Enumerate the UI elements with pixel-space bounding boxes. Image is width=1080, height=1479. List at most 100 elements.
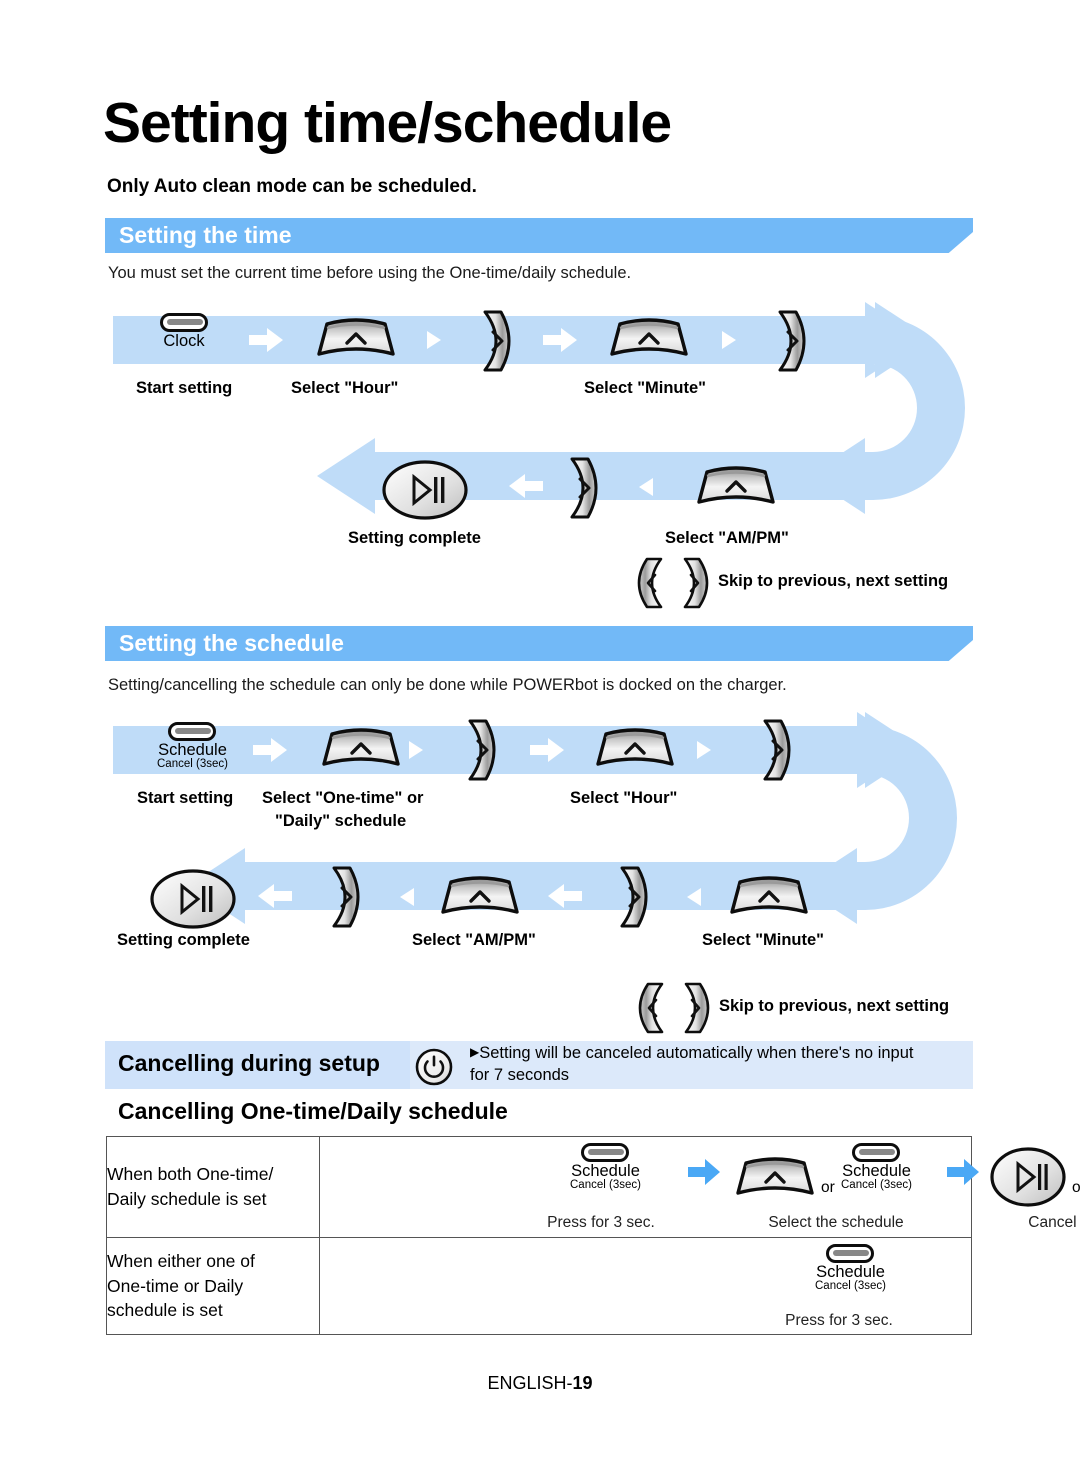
row2-label-line1: When either one of xyxy=(107,1250,255,1271)
clock-button-icon-group[interactable]: Clock xyxy=(160,313,208,350)
cancelling-note-line1: Setting will be canceled automatically w… xyxy=(479,1044,914,1062)
table-row-label: When both One-time/ Daily schedule is se… xyxy=(106,1136,320,1238)
flow-triangle-left-icon xyxy=(400,888,414,906)
schedule-button-label: Schedule xyxy=(816,1263,885,1281)
step-arrow-right-icon xyxy=(947,1159,979,1185)
schedule-button-icon[interactable] xyxy=(581,1143,630,1162)
row1-label-line1: When both One-time/ xyxy=(107,1164,274,1185)
next-crescent-icon[interactable] xyxy=(753,719,799,781)
next-crescent-icon[interactable] xyxy=(473,310,519,372)
footer-page-indicator: ENGLISH-19 xyxy=(0,1373,1080,1394)
step-caption: Cancel complete xyxy=(1028,1214,1080,1231)
row2-label-line3: schedule is set xyxy=(107,1300,223,1321)
table-row-label: When either one of One-time or Daily sch… xyxy=(106,1237,320,1335)
up-key-icon[interactable] xyxy=(313,316,399,363)
schedule-button-icon-group[interactable]: Schedule Cancel (3sec) xyxy=(815,1244,886,1292)
flow-label-select-minute: Select "Minute" xyxy=(702,931,825,949)
clock-button-icon[interactable] xyxy=(160,313,208,332)
footer-language: ENGLISH- xyxy=(487,1373,573,1393)
schedule-button-label: Schedule xyxy=(571,1162,640,1180)
flow-label-daily-schedule: "Daily" schedule xyxy=(275,812,407,830)
schedule-button-label: Schedule xyxy=(158,741,227,759)
table-row: When either one of One-time or Daily sch… xyxy=(106,1237,972,1335)
flow-triangle-right-icon xyxy=(722,331,736,349)
flow-arrow-right-icon xyxy=(543,328,577,352)
up-key-icon[interactable] xyxy=(437,874,523,921)
table-row: When both One-time/ Daily schedule is se… xyxy=(106,1136,1080,1238)
schedule-button-sublabel: Cancel (3sec) xyxy=(841,1179,912,1192)
schedule-button-sublabel: Cancel (3sec) xyxy=(157,758,228,771)
skip-prev-next-icon xyxy=(638,982,710,1034)
up-key-icon[interactable] xyxy=(606,316,692,363)
section-header-setting-the-schedule: Setting the schedule xyxy=(105,626,973,661)
flow-triangle-right-icon xyxy=(409,741,423,759)
up-key-icon[interactable] xyxy=(732,1155,818,1202)
flow-arrow-left-icon xyxy=(548,884,582,908)
schedule-button-icon[interactable] xyxy=(852,1143,901,1162)
schedule-button-label: Schedule xyxy=(842,1162,911,1180)
step-caption: Select the schedule xyxy=(768,1214,904,1231)
table-row-steps: Schedule Cancel (3sec) Press for 3 sec. xyxy=(319,1237,972,1335)
section-header-setting-the-time: Setting the time xyxy=(105,218,973,253)
cancelling-during-setup-title: Cancelling during setup xyxy=(118,1050,380,1076)
up-key-icon[interactable] xyxy=(726,874,812,921)
flow-label-select-hour: Select "Hour" xyxy=(570,789,678,807)
bullet-triangle-icon: ▶ xyxy=(470,1045,480,1059)
page-subtitle: Only Auto clean mode can be scheduled. xyxy=(107,176,477,197)
skip-legend-text: Skip to previous, next setting xyxy=(719,997,950,1015)
flow-triangle-right-icon xyxy=(697,741,711,759)
manual-page: Setting time/schedule Only Auto clean mo… xyxy=(0,0,1080,1479)
next-crescent-icon[interactable] xyxy=(458,719,504,781)
row2-label-line2: One-time or Daily xyxy=(107,1275,244,1296)
up-key-icon[interactable] xyxy=(318,726,404,773)
flow-arrow-right-icon xyxy=(530,738,564,762)
skip-legend-text: Skip to previous, next setting xyxy=(718,572,949,590)
cancelling-during-setup-note: ▶Setting will be canceled automatically … xyxy=(470,1043,970,1087)
up-key-icon[interactable] xyxy=(693,464,779,511)
flow-arrow-left-icon xyxy=(509,474,543,498)
flow-label-setting-complete: Setting complete xyxy=(348,529,481,547)
section-header-label: Setting the time xyxy=(119,222,292,248)
step-arrow-right-icon xyxy=(688,1159,720,1185)
table-row-steps: Schedule Cancel (3sec) Press for 3 sec. … xyxy=(319,1136,1080,1238)
flow-arrow-left-icon xyxy=(258,884,292,908)
play-pause-button-icon[interactable] xyxy=(381,459,469,521)
flow-label-start-setting: Start setting xyxy=(136,379,233,397)
schedule-button-icon[interactable] xyxy=(826,1244,875,1263)
next-crescent-icon[interactable] xyxy=(322,866,368,928)
play-pause-button-icon[interactable] xyxy=(149,868,237,930)
schedule-button-icon-group[interactable]: Schedule Cancel (3sec) xyxy=(841,1143,912,1191)
power-button-icon[interactable] xyxy=(414,1047,454,1087)
next-crescent-icon[interactable] xyxy=(610,866,656,928)
up-key-icon[interactable] xyxy=(592,726,678,773)
flow-label-select-minute: Select "Minute" xyxy=(584,379,707,397)
flow-arrow-right-icon xyxy=(249,328,283,352)
step-caption: Press for 3 sec. xyxy=(785,1312,893,1329)
footer-page-number: 19 xyxy=(572,1373,593,1393)
flow-label-select-hour: Select "Hour" xyxy=(291,379,399,397)
schedule-button-sublabel: Cancel (3sec) xyxy=(570,1179,641,1192)
schedule-button-icon-group[interactable]: Schedule Cancel (3sec) xyxy=(157,722,228,770)
flow-triangle-right-icon xyxy=(427,331,441,349)
next-crescent-icon[interactable] xyxy=(560,457,606,519)
play-pause-button-icon[interactable] xyxy=(989,1146,1067,1208)
page-title: Setting time/schedule xyxy=(103,91,672,155)
setting-schedule-note: Setting/cancelling the schedule can only… xyxy=(108,676,787,694)
schedule-button-sublabel: Cancel (3sec) xyxy=(815,1280,886,1293)
schedule-button-icon-group[interactable]: Schedule Cancel (3sec) xyxy=(570,1143,641,1191)
setting-time-note: You must set the current time before usi… xyxy=(108,264,632,282)
flow-arrow-right-icon xyxy=(253,738,287,762)
step-or-label: or xyxy=(1072,1179,1080,1196)
step-or-label: or xyxy=(821,1179,835,1196)
flow-label-start-setting: Start setting xyxy=(137,789,234,807)
next-crescent-icon[interactable] xyxy=(768,310,814,372)
flow-label-setting-complete: Setting complete xyxy=(117,931,250,949)
row1-label-line2: Daily schedule is set xyxy=(107,1189,267,1209)
section-header-label: Setting the schedule xyxy=(119,630,344,656)
clock-button-label: Clock xyxy=(163,332,205,350)
step-caption: Press for 3 sec. xyxy=(547,1214,655,1231)
schedule-button-icon[interactable] xyxy=(168,722,217,741)
flow-label-select-onetime-daily: Select "One-time" or xyxy=(262,789,424,807)
flow-label-select-ampm: Select "AM/PM" xyxy=(412,931,536,949)
flow-triangle-left-icon xyxy=(639,478,653,496)
